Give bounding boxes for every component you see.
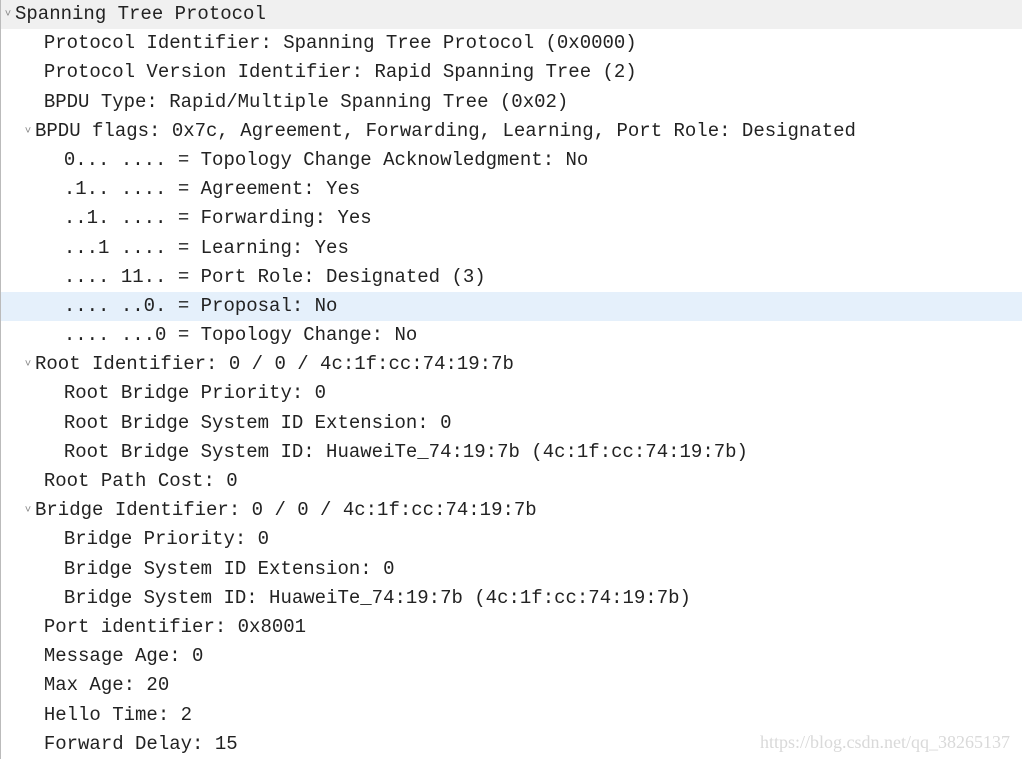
expand-toggle-icon[interactable]: ˅ [21,496,35,525]
expand-toggle-icon[interactable]: ˅ [21,117,35,146]
field-bpdu-flags[interactable]: ˅BPDU flags: 0x7c, Agreement, Forwarding… [1,117,1022,146]
flag-proposal[interactable]: .... ..0. = Proposal: No [1,292,1022,321]
field-port-identifier[interactable]: Port identifier: 0x8001 [1,613,1022,642]
field-bpdu-type[interactable]: BPDU Type: Rapid/Multiple Spanning Tree … [1,88,1022,117]
field-message-age[interactable]: Message Age: 0 [1,642,1022,671]
field-root-bridge-sysid[interactable]: Root Bridge System ID: HuaweiTe_74:19:7b… [1,438,1022,467]
flag-topology-change-ack[interactable]: 0... .... = Topology Change Acknowledgme… [1,146,1022,175]
flag-forwarding[interactable]: ..1. .... = Forwarding: Yes [1,204,1022,233]
field-bridge-sysid[interactable]: Bridge System ID: HuaweiTe_74:19:7b (4c:… [1,584,1022,613]
field-bridge-sysid-ext[interactable]: Bridge System ID Extension: 0 [1,555,1022,584]
expand-toggle-icon[interactable]: ˅ [21,350,35,379]
field-max-age[interactable]: Max Age: 20 [1,671,1022,700]
flag-port-role[interactable]: .... 11.. = Port Role: Designated (3) [1,263,1022,292]
field-protocol-version[interactable]: Protocol Version Identifier: Rapid Spann… [1,58,1022,87]
field-hello-time[interactable]: Hello Time: 2 [1,701,1022,730]
flag-agreement[interactable]: .1.. .... = Agreement: Yes [1,175,1022,204]
expand-toggle-icon[interactable]: ˅ [1,0,15,29]
flag-topology-change[interactable]: .... ...0 = Topology Change: No [1,321,1022,350]
tree-header-label: Spanning Tree Protocol [15,3,266,25]
field-root-identifier[interactable]: ˅Root Identifier: 0 / 0 / 4c:1f:cc:74:19… [1,350,1022,379]
field-root-path-cost[interactable]: Root Path Cost: 0 [1,467,1022,496]
field-bridge-identifier[interactable]: ˅Bridge Identifier: 0 / 0 / 4c:1f:cc:74:… [1,496,1022,525]
flag-learning[interactable]: ...1 .... = Learning: Yes [1,234,1022,263]
tree-header-stp[interactable]: ˅Spanning Tree Protocol [1,0,1022,29]
field-bridge-priority[interactable]: Bridge Priority: 0 [1,525,1022,554]
field-root-bridge-sysid-ext[interactable]: Root Bridge System ID Extension: 0 [1,409,1022,438]
field-root-bridge-priority[interactable]: Root Bridge Priority: 0 [1,379,1022,408]
field-protocol-identifier[interactable]: Protocol Identifier: Spanning Tree Proto… [1,29,1022,58]
field-forward-delay[interactable]: Forward Delay: 15 [1,730,1022,759]
protocol-tree: ˅Spanning Tree Protocol Protocol Identif… [0,0,1022,759]
